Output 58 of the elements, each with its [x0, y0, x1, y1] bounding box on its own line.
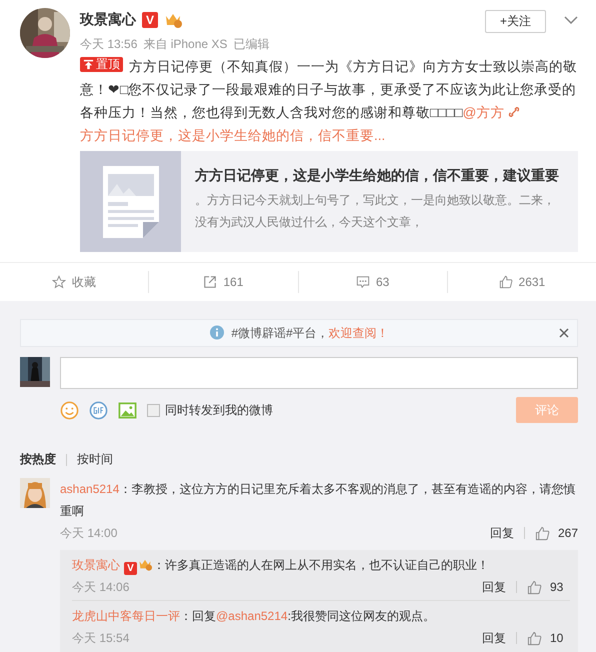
mention-link[interactable]: @方方 [462, 105, 504, 120]
repost-action[interactable]: 161 [149, 263, 298, 301]
image-icon[interactable] [118, 400, 137, 420]
comment-text: ashan5214：李教授，这位方方的日记里充斥着太多不客观的消息了，甚至有造谣的内容，请您慎重啊 [60, 481, 576, 520]
thumbs-up-icon[interactable] [527, 580, 542, 594]
like-count: 267 [558, 526, 578, 540]
notice-link[interactable]: 欢迎查阅！ [328, 324, 389, 342]
post-text: 置顶 方方日记停更（不知真假）一一为《方方日记》向方方女士致以崇高的敬意！❤□您不仅记录了一段最艰难的日子与故事，更承受了不应该为此让您承受的各种压力！当然，您也得到无数人含我对您的感谢和尊敬□□□□@方方 方方日记停更，这是小学生给她的信，信不重要... [80, 56, 578, 145]
notice-text: #微博辟谣#平台， [231, 324, 329, 342]
comment-username[interactable]: ashan5214 [60, 482, 120, 496]
crown-icon [138, 558, 152, 571]
comment-time: 今天 14:00 [60, 524, 118, 542]
reply-link[interactable]: 回复 [490, 524, 514, 542]
close-icon[interactable] [559, 328, 569, 338]
reply-link[interactable]: 回复 [482, 578, 506, 596]
sync-label: 同时转发到我的微博 [165, 402, 273, 418]
article-summary: 。方方日记今天就划上句号了，写此文，一是向她致以敬意。二来，没有为武汉人民做过什么，今天这个文章， [195, 192, 556, 231]
like-action[interactable]: 2631 [448, 263, 596, 301]
comment-input[interactable] [60, 357, 578, 389]
star-icon [52, 275, 66, 289]
reply-link[interactable]: 回复 [482, 630, 506, 646]
share-icon [203, 275, 218, 289]
favorite-action[interactable]: 收藏 [0, 263, 148, 301]
article-title: 方方日记停更，这是小学生给她的信，信不重要，建议重要 [195, 167, 560, 185]
comment-action[interactable]: 63 [298, 263, 447, 301]
reply-text: 龙虎山中客每日一评：回复@ashan5214:我很赞同这位网友的观点。 [72, 608, 436, 625]
reply-text: 玫景寓心 V ：许多真正造谣的人在网上从不用实名，也不认证自己的职业！ [72, 557, 490, 576]
article-link[interactable]: 方方日记停更，这是小学生给她的信，信不重要... [80, 128, 386, 143]
thumbs-up-icon[interactable] [527, 630, 542, 646]
edited-label: 已编辑 [233, 36, 270, 53]
chevron-down-icon[interactable] [564, 16, 578, 24]
article-card[interactable]: 方方日记停更，这是小学生给她的信，信不重要，建议重要 。方方日记今天就划上句号了，写此文，一是向她致以敬意。二来，没有为武汉人民做过什么，今天这个文章， [80, 151, 578, 252]
sort-tab[interactable]: 按热度 [20, 451, 56, 468]
sort-tab[interactable]: 按时间 [77, 451, 113, 468]
gif-icon[interactable] [89, 400, 108, 420]
sync-checkbox[interactable] [147, 404, 160, 416]
article-thumbnail-icon [102, 166, 158, 238]
reply-time: 今天 14:06 [72, 578, 130, 596]
follow-button[interactable]: +关注 [484, 10, 546, 32]
pinned-badge: 置顶 [80, 57, 123, 72]
like-count: 93 [550, 580, 564, 594]
info-icon [209, 325, 226, 341]
emoji-icon[interactable] [60, 400, 79, 420]
post-source: 来自 iPhone XS [143, 36, 228, 53]
reply-username[interactable]: 玫景寓心 [72, 558, 120, 572]
thumbs-up-icon [498, 275, 513, 289]
post-time: 今天 13:56 [80, 36, 138, 53]
crown-icon [164, 12, 182, 28]
mention-link[interactable]: @ashan5214 [216, 609, 288, 623]
thumbs-up-icon[interactable] [534, 526, 550, 540]
comment-icon [356, 275, 370, 289]
link-icon [508, 106, 520, 118]
verified-badge: V [142, 12, 158, 28]
verified-badge: V [124, 562, 137, 575]
author-name[interactable]: 玫景寓心 [80, 11, 136, 29]
reply-username[interactable]: 龙虎山中客每日一评 [72, 609, 180, 623]
like-count: 10 [550, 631, 564, 645]
reply-time: 今天 15:54 [72, 630, 130, 646]
